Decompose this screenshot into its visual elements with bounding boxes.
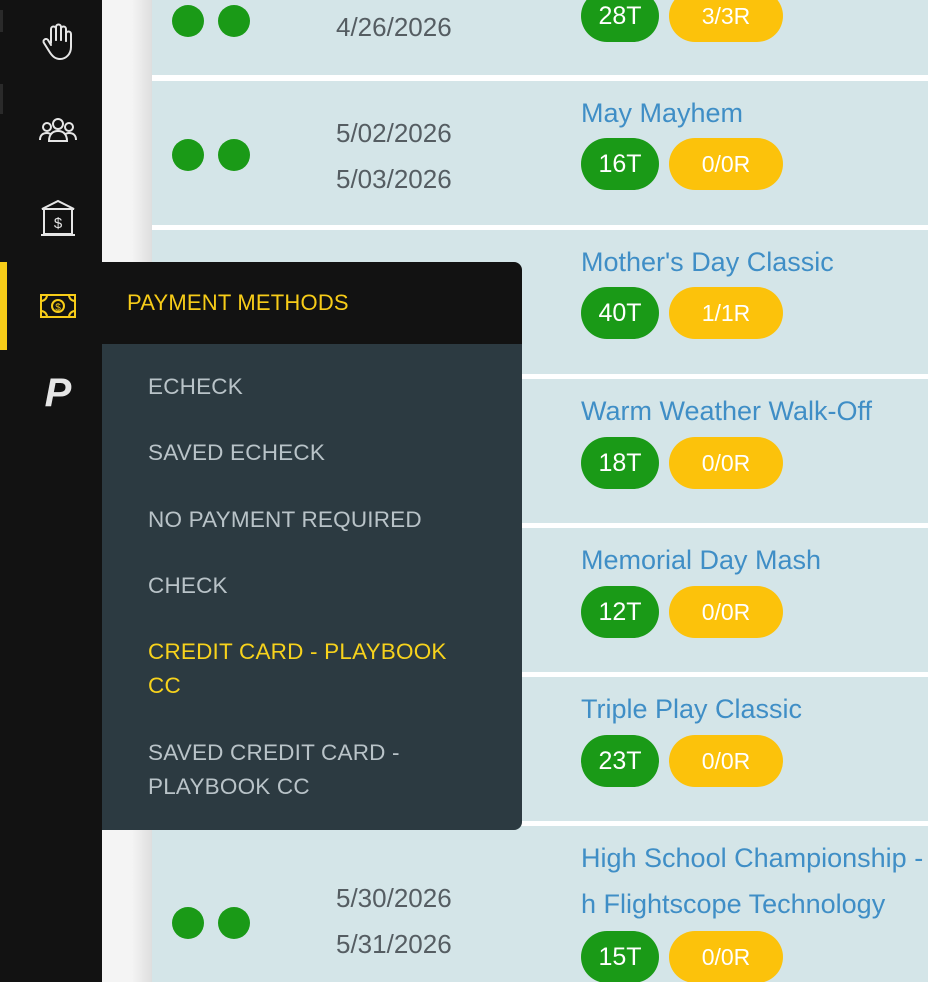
- event-start-date: 5/30/2026: [336, 883, 452, 913]
- status-dot: [218, 907, 250, 939]
- payment-methods-menu: ECHECK SAVED ECHECK NO PAYMENT REQUIRED …: [102, 344, 522, 830]
- bank-icon[interactable]: $: [38, 198, 78, 238]
- event-badges: 40T 1/1R: [581, 287, 783, 339]
- status-dot: [218, 5, 250, 37]
- menu-item-echeck[interactable]: ECHECK: [148, 370, 488, 404]
- teams-badge[interactable]: 28T: [581, 0, 659, 42]
- event-title-link[interactable]: Mother's Day Classic: [581, 247, 834, 278]
- menu-item-check[interactable]: CHECK: [148, 569, 488, 603]
- event-title-link[interactable]: High School Championship -: [581, 843, 923, 874]
- svg-text:P: P: [45, 372, 72, 412]
- event-badges: 28T 3/3R: [581, 0, 783, 42]
- registrations-badge[interactable]: 0/0R: [669, 735, 783, 787]
- event-row[interactable]: 4/26/2026 28T 3/3R: [152, 0, 928, 75]
- svg-text:$: $: [54, 215, 63, 232]
- event-badges: 15T 0/0R: [581, 931, 783, 982]
- hand-icon[interactable]: [38, 22, 78, 62]
- payment-methods-header[interactable]: PAYMENT METHODS: [102, 262, 522, 344]
- registrations-badge[interactable]: 0/0R: [669, 931, 783, 982]
- event-title-link[interactable]: Triple Play Classic: [581, 694, 802, 725]
- status-dot: [218, 139, 250, 171]
- teams-badge[interactable]: 23T: [581, 735, 659, 787]
- event-badges: 23T 0/0R: [581, 735, 783, 787]
- event-end-date: 4/26/2026: [336, 12, 452, 42]
- menu-item-no-payment-required[interactable]: NO PAYMENT REQUIRED: [148, 503, 488, 537]
- event-end-date: 5/03/2026: [336, 164, 452, 194]
- status-dot: [172, 139, 204, 171]
- flyout-title: PAYMENT METHODS: [127, 290, 349, 315]
- event-badges: 16T 0/0R: [581, 138, 783, 190]
- registrations-badge[interactable]: 0/0R: [669, 586, 783, 638]
- menu-item-saved-credit-card[interactable]: SAVED CREDIT CARD - PLAYBOOK CC: [148, 736, 448, 804]
- active-indicator: [0, 262, 7, 350]
- menu-item-saved-echeck[interactable]: SAVED ECHECK: [148, 436, 488, 470]
- teams-badge[interactable]: 40T: [581, 287, 659, 339]
- status-dots: [172, 5, 250, 37]
- sidebar-nav: $ $ P: [0, 0, 102, 982]
- playbook-logo-icon[interactable]: P: [38, 372, 78, 412]
- teams-badge[interactable]: 12T: [581, 586, 659, 638]
- event-end-date: 5/31/2026: [336, 929, 452, 959]
- teams-badge[interactable]: 15T: [581, 931, 659, 982]
- status-dots: [172, 139, 250, 171]
- status-dot: [172, 5, 204, 37]
- event-row[interactable]: 5/30/2026 5/31/2026 High School Champion…: [152, 826, 928, 982]
- event-badges: 12T 0/0R: [581, 586, 783, 638]
- teams-badge[interactable]: 16T: [581, 138, 659, 190]
- status-dot: [172, 907, 204, 939]
- teams-badge[interactable]: 18T: [581, 437, 659, 489]
- event-start-date: 5/02/2026: [336, 118, 452, 148]
- event-row[interactable]: 5/02/2026 5/03/2026 May Mayhem 16T 0/0R: [152, 81, 928, 225]
- event-title-link-line2[interactable]: h Flightscope Technology: [581, 889, 885, 920]
- registrations-badge[interactable]: 1/1R: [669, 287, 783, 339]
- event-title-link[interactable]: Warm Weather Walk-Off: [581, 396, 872, 427]
- registrations-badge[interactable]: 3/3R: [669, 0, 783, 42]
- event-badges: 18T 0/0R: [581, 437, 783, 489]
- users-icon[interactable]: [38, 110, 78, 150]
- registrations-badge[interactable]: 0/0R: [669, 138, 783, 190]
- status-dots: [172, 907, 250, 939]
- event-title-link[interactable]: Memorial Day Mash: [581, 545, 821, 576]
- registrations-badge[interactable]: 0/0R: [669, 437, 783, 489]
- edge-mark: [0, 84, 3, 114]
- event-title-link[interactable]: May Mayhem: [581, 98, 743, 129]
- edge-mark: [0, 10, 3, 32]
- money-icon[interactable]: $: [38, 286, 78, 326]
- svg-text:$: $: [55, 303, 61, 314]
- menu-item-credit-card[interactable]: CREDIT CARD - PLAYBOOK CC: [148, 635, 468, 703]
